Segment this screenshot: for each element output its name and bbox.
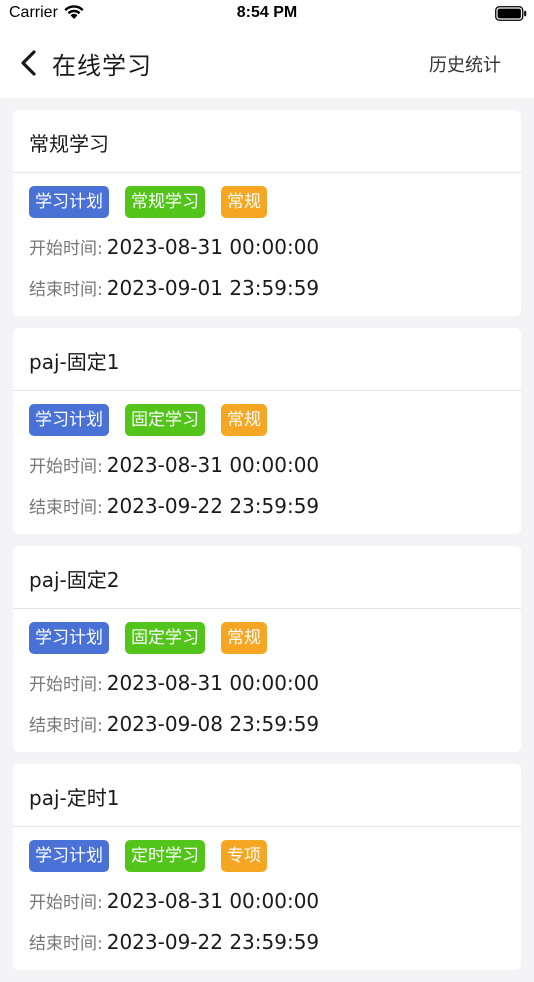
category-tag: 常规: [221, 622, 267, 654]
start-time-row: 开始时间: 2023-08-31 00:00:00: [29, 888, 319, 913]
battery-icon: [495, 6, 527, 21]
start-time-row: 开始时间: 2023-08-31 00:00:00: [29, 670, 319, 695]
card-title: 常规学习: [29, 132, 109, 156]
study-card[interactable]: 常规学习 学习计划 常规学习 常规 开始时间: 2023-08-31 00:00:…: [13, 110, 521, 316]
status-time: 8:54 PM: [236, 4, 298, 21]
category-tag: 常规: [221, 404, 267, 436]
type-tag: 固定学习: [125, 404, 205, 436]
navigation-bar: 在线学习 历史统计: [0, 28, 534, 98]
start-time-value: 2023-08-31 00:00:00: [106, 889, 320, 913]
end-time-label: 结束时间:: [29, 498, 103, 518]
card-title: paj-固定1: [29, 350, 120, 374]
card-title: paj-固定2: [29, 568, 120, 592]
page-title: 在线学习: [52, 52, 152, 80]
end-time-value: 2023-09-08 23:59:59: [106, 712, 320, 736]
end-time-label: 结束时间:: [29, 280, 103, 300]
end-time-row: 结束时间: 2023-09-22 23:59:59: [29, 929, 319, 954]
start-time-label: 开始时间:: [29, 675, 103, 695]
start-time-value: 2023-08-31 00:00:00: [106, 453, 320, 477]
end-time-row: 结束时间: 2023-09-22 23:59:59: [29, 493, 319, 518]
status-bar: Carrier 8:54 PM: [0, 0, 534, 28]
end-time-value: 2023-09-22 23:59:59: [106, 494, 320, 518]
end-time-label: 结束时间:: [29, 716, 103, 736]
tag-group: 学习计划 固定学习 常规: [29, 404, 267, 436]
tag-group: 学习计划 常规学习 常规: [29, 186, 267, 218]
study-card[interactable]: paj-固定1 学习计划 固定学习 常规 开始时间: 2023-08-31 00:…: [13, 328, 521, 534]
end-time-label: 结束时间:: [29, 934, 103, 954]
card-divider: [13, 826, 521, 827]
plan-tag: 学习计划: [29, 186, 109, 218]
card-divider: [13, 608, 521, 609]
end-time-value: 2023-09-22 23:59:59: [106, 930, 320, 954]
category-tag: 常规: [221, 186, 267, 218]
plan-tag: 学习计划: [29, 404, 109, 436]
history-stats-button[interactable]: 历史统计: [429, 51, 501, 77]
start-time-row: 开始时间: 2023-08-31 00:00:00: [29, 452, 319, 477]
study-plan-list: 常规学习 学习计划 常规学习 常规 开始时间: 2023-08-31 00:00:…: [13, 110, 521, 982]
plan-tag: 学习计划: [29, 622, 109, 654]
tag-group: 学习计划 定时学习 专项: [29, 840, 267, 872]
end-time-row: 结束时间: 2023-09-01 23:59:59: [29, 275, 319, 300]
start-time-label: 开始时间:: [29, 239, 103, 259]
start-time-label: 开始时间:: [29, 457, 103, 477]
end-time-row: 结束时间: 2023-09-08 23:59:59: [29, 711, 319, 736]
card-title: paj-定时1: [29, 786, 120, 810]
start-time-label: 开始时间:: [29, 893, 103, 913]
tag-group: 学习计划 固定学习 常规: [29, 622, 267, 654]
card-divider: [13, 172, 521, 173]
plan-tag: 学习计划: [29, 840, 109, 872]
start-time-value: 2023-08-31 00:00:00: [106, 235, 320, 259]
start-time-row: 开始时间: 2023-08-31 00:00:00: [29, 234, 319, 259]
card-divider: [13, 390, 521, 391]
category-tag: 专项: [221, 840, 267, 872]
study-card[interactable]: paj-定时1 学习计划 定时学习 专项 开始时间: 2023-08-31 00:…: [13, 764, 521, 970]
type-tag: 定时学习: [125, 840, 205, 872]
back-arrow-icon[interactable]: [18, 48, 40, 78]
end-time-value: 2023-09-01 23:59:59: [106, 276, 320, 300]
start-time-value: 2023-08-31 00:00:00: [106, 671, 320, 695]
study-card[interactable]: paj-固定2 学习计划 固定学习 常规 开始时间: 2023-08-31 00:…: [13, 546, 521, 752]
type-tag: 固定学习: [125, 622, 205, 654]
type-tag: 常规学习: [125, 186, 205, 218]
